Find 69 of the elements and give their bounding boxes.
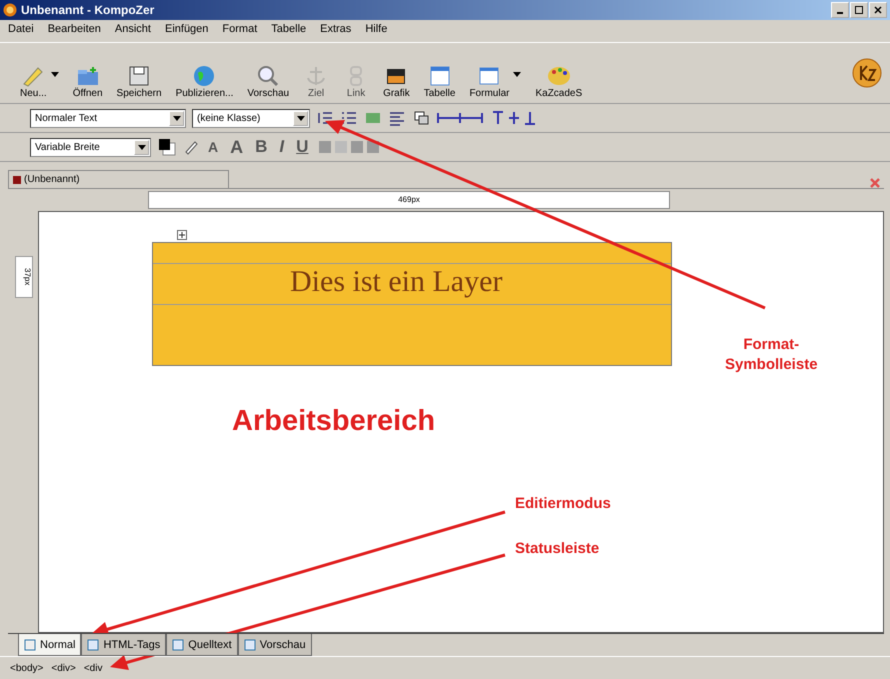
highlight-icon[interactable]	[183, 139, 199, 155]
menu-item[interactable]: Tabelle	[271, 23, 306, 39]
close-button[interactable]	[869, 2, 887, 18]
text-style-button[interactable]: U	[293, 137, 312, 157]
maximize-icon	[854, 5, 864, 15]
toolbar-button[interactable]: Formular	[463, 64, 516, 99]
toolbar-button[interactable]: Tabelle	[418, 64, 462, 99]
height-ruler: 37px	[15, 256, 33, 298]
mode-icon	[172, 638, 184, 650]
mode-icon	[244, 638, 256, 650]
toolbar-button[interactable]: Öffnen	[66, 64, 109, 99]
toolbar-button[interactable]: Grafik	[377, 64, 416, 99]
annotation-label: Format- Symbolleiste	[725, 335, 818, 375]
status-tag[interactable]: <div	[84, 662, 102, 674]
toolbar-button[interactable]: KaZcadeS	[529, 64, 588, 99]
document-tab[interactable]: (Unbenannt)	[8, 170, 229, 188]
mode-tab[interactable]: Vorschau	[238, 634, 312, 656]
class-select[interactable]: (keine Klasse)	[192, 108, 310, 128]
vertical-align-icon[interactable]	[490, 110, 538, 126]
text-style-button[interactable]: B	[252, 137, 270, 157]
toolbar-button[interactable]: Neu...	[14, 64, 53, 99]
menu-item[interactable]: Format	[222, 23, 258, 39]
toolbar-button[interactable]: Vorschau	[241, 64, 296, 99]
dropdown-arrow-icon	[172, 116, 180, 120]
mode-icon	[24, 638, 36, 650]
toolbar-button[interactable]: Speichern	[110, 64, 168, 99]
mode-tab[interactable]: HTML-Tags	[81, 634, 166, 656]
menu-item[interactable]: Hilfe	[365, 23, 388, 39]
menu-item[interactable]: Datei	[8, 23, 34, 39]
numbered-list-icon[interactable]	[316, 110, 334, 126]
close-icon	[873, 5, 883, 15]
mode-tab[interactable]: Normal	[18, 634, 82, 656]
dropdown-arrow-icon	[296, 116, 304, 120]
annotation-label: Arbeitsbereich	[232, 405, 436, 438]
menu-item[interactable]: Bearbeiten	[48, 23, 101, 39]
font-size-button[interactable]: A	[205, 139, 222, 155]
menu-item[interactable]: Extras	[320, 23, 352, 39]
mode-icon	[87, 638, 100, 650]
dropdown-arrow-icon[interactable]	[513, 72, 522, 77]
width-select[interactable]: Variable Breite	[30, 138, 151, 156]
logo-icon	[852, 58, 882, 88]
menu-item[interactable]: Einfügen	[164, 23, 208, 39]
text-color-icon[interactable]	[157, 137, 177, 157]
status-tag[interactable]: <div>	[51, 662, 76, 674]
layer-icon[interactable]	[412, 110, 430, 126]
document-icon	[13, 176, 21, 184]
dropdown-arrow-icon[interactable]	[50, 72, 59, 77]
minimize-icon	[837, 12, 843, 14]
mode-tab[interactable]: Quelltext	[166, 634, 238, 656]
layer-text: Dies ist ein Layer	[290, 265, 502, 299]
status-tag[interactable]: <body>	[10, 662, 44, 674]
width-ruler: 469px	[148, 191, 670, 209]
font-size-button[interactable]: A	[227, 136, 246, 158]
minimize-button[interactable]	[831, 2, 849, 18]
css-icon	[546, 64, 572, 88]
close-tab-icon[interactable]	[870, 178, 880, 188]
paragraph-format-select[interactable]: Normaler Text	[30, 108, 186, 128]
dropdown-arrow-icon	[138, 144, 146, 150]
move-handle-icon[interactable]	[177, 230, 187, 240]
text-style-button[interactable]: I	[276, 137, 288, 157]
menu-item[interactable]: Ansicht	[114, 23, 151, 39]
annotation-label: Statusleiste	[515, 540, 600, 557]
position-icon[interactable]	[436, 110, 484, 126]
toolbar-button[interactable]: Publizieren...	[170, 64, 240, 99]
app-logo-icon	[3, 3, 17, 17]
window-title: Unbenannt - KompoZer	[21, 3, 154, 17]
bullet-list-icon[interactable]	[340, 110, 358, 126]
annotation-label: Editiermodus	[515, 495, 611, 512]
maximize-button[interactable]	[850, 2, 868, 18]
